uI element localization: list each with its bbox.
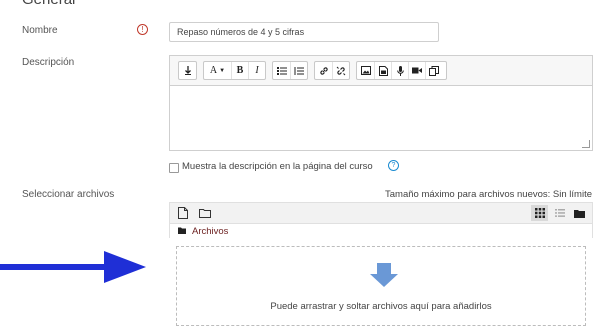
italic-button[interactable]: I [248,62,265,79]
font-icon: A [209,65,218,76]
show-description-checkbox[interactable] [169,163,179,173]
list-icon [554,209,565,217]
video-camera-icon [412,67,422,74]
name-input[interactable] [169,22,439,42]
toolbar-toggle-button[interactable] [179,62,196,79]
show-description-label: Muestra la descripción en la página del … [182,161,373,172]
link-icon [319,66,328,75]
manage-files-button[interactable] [425,62,442,79]
view-icons-button[interactable] [531,205,548,221]
description-editor[interactable] [169,85,593,151]
image-button[interactable] [357,62,374,79]
max-size-text: Tamaño máximo para archivos nuevos: Sin … [385,189,592,200]
link-button[interactable] [315,62,332,79]
chevron-down-icon: ▼ [219,67,226,74]
ordered-list-button[interactable] [290,62,307,79]
font-style-button[interactable]: A ▼ [204,62,231,79]
select-files-label: Seleccionar archivos [22,189,115,200]
view-tree-button[interactable] [571,205,588,221]
media-button[interactable] [374,62,391,79]
drop-instructions: Puede arrastrar y soltar archivos aquí p… [270,301,492,312]
description-label: Descripción [22,57,75,68]
help-icon[interactable]: ? [388,160,399,171]
unordered-list-icon [276,66,287,75]
name-label: Nombre [22,25,58,36]
collapse-icon [184,66,191,75]
ordered-list-icon [294,66,304,75]
folder-icon [199,209,211,218]
image-icon [360,66,371,75]
section-title: General [22,0,75,8]
bold-button[interactable]: B [231,62,248,79]
create-folder-button[interactable] [198,206,212,220]
record-audio-button[interactable] [391,62,408,79]
unlink-button[interactable] [332,62,349,79]
unlink-icon [336,66,346,75]
grid-icon [534,208,545,218]
bold-icon: B [236,65,244,76]
media-icon [378,65,388,76]
file-picker-toolbar [169,202,593,224]
path-bar: Archivos [169,224,593,238]
file-icon [178,207,188,219]
file-dropzone[interactable]: Puede arrastrar y soltar archivos aquí p… [176,246,586,326]
view-list-button[interactable] [551,205,568,221]
editor-toolbar: A ▼ B I [169,55,593,85]
path-folder-link[interactable]: Archivos [192,226,228,237]
unordered-list-button[interactable] [273,62,290,79]
microphone-icon [396,65,404,76]
required-icon: ! [137,24,148,35]
files-icon [429,65,439,76]
record-video-button[interactable] [408,62,425,79]
download-arrow-icon [370,263,398,287]
folder-icon [178,227,186,234]
add-file-button[interactable] [176,206,190,220]
pointer-arrow-icon [0,251,146,283]
folder-tree-icon [574,209,585,218]
resize-handle[interactable] [582,140,590,148]
italic-icon: I [255,65,259,76]
